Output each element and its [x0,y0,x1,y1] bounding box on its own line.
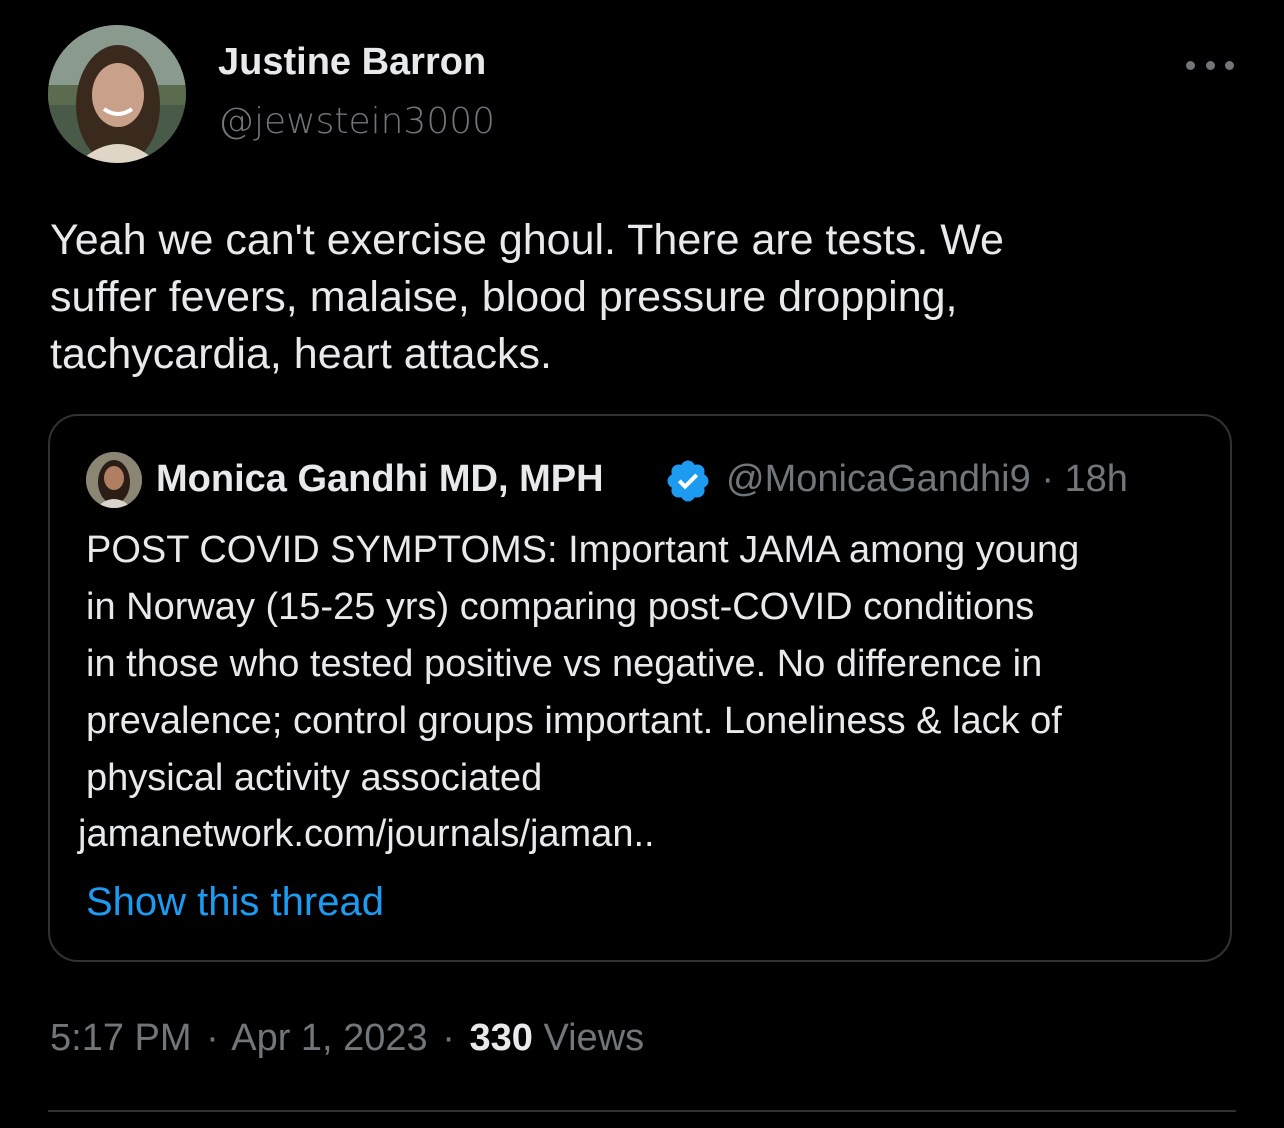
verified-badge-icon [667,460,709,502]
tweet-text: Yeah we can't exercise ghoul. There are … [50,216,1004,378]
quoted-meta: @MonicaGandhi9 · 18h [726,454,1128,504]
quoted-author-handle[interactable]: @MonicaGandhi9 [726,458,1031,500]
tweet-date[interactable]: Apr 1, 2023 [231,1017,427,1059]
tweet-time[interactable]: 5:17 PM [50,1017,192,1059]
separator-dot: · [1041,458,1054,500]
author-name[interactable]: Justine Barron [218,40,495,84]
author-handle[interactable]: @jewstein3000 [218,100,495,144]
quoted-tweet-card[interactable]: Monica Gandhi MD, MPH @MonicaGandhi9 · 1… [48,414,1232,962]
divider [48,1110,1236,1112]
more-options-button[interactable] [1186,50,1234,80]
more-horizontal-icon [1225,60,1234,70]
quoted-tweet-text: POST COVID SYMPTOMS: Important JAMA amon… [86,529,1080,799]
quoted-author-avatar[interactable] [86,452,142,508]
quoted-avatar-image [86,452,142,508]
tweet-meta: 5:17 PM · Apr 1, 2023 · 330 Views [50,1010,644,1066]
separator-dot: · [442,1017,455,1059]
show-thread-link[interactable]: Show this thread [86,874,384,931]
author-avatar-image [48,25,186,163]
author-block: Justine Barron @jewstein3000 [218,40,495,144]
separator-dot: · [206,1017,219,1059]
quoted-link[interactable]: jamanetwork.com/journals/jaman.. [78,806,655,863]
more-horizontal-icon [1205,60,1215,70]
quoted-timestamp[interactable]: 18h [1065,458,1128,500]
views-count[interactable]: 330 [469,1017,532,1059]
quoted-author-name[interactable]: Monica Gandhi MD, MPH [156,454,604,504]
author-avatar[interactable] [48,25,186,163]
more-horizontal-icon [1186,60,1195,70]
views-label: Views [543,1017,645,1059]
